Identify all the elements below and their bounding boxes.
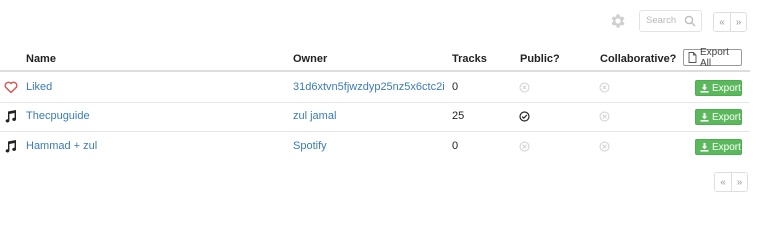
owner-link[interactable]: 31d6xtvn5fjwzdyp25nz5x6ctc2i	[293, 81, 445, 93]
track-count: 0	[452, 140, 459, 152]
export-button[interactable]: Export	[695, 80, 742, 96]
download-icon	[700, 142, 709, 152]
download-icon	[700, 83, 709, 93]
export-button[interactable]: Export	[695, 139, 742, 155]
collaborative-no-icon	[599, 141, 610, 152]
export-label: Export	[712, 141, 741, 153]
search-icon[interactable]	[684, 15, 696, 27]
gear-icon[interactable]	[609, 12, 627, 30]
public-yes-icon	[519, 111, 530, 122]
column-header-name: Name	[26, 53, 56, 65]
playlist-name-link[interactable]: Hammad + zul	[26, 140, 97, 152]
column-header-tracks: Tracks	[452, 53, 487, 65]
column-header-collaborative: Collaborative?	[600, 53, 677, 65]
music-note-icon	[4, 140, 18, 153]
column-header-public: Public?	[520, 53, 560, 65]
prev-page-button[interactable]: «	[714, 13, 730, 31]
heart-icon	[4, 81, 18, 94]
download-icon	[700, 112, 709, 122]
file-icon	[688, 52, 697, 63]
track-count: 25	[452, 110, 465, 122]
table-row: Thecpuguide zul jamal 25 Export	[0, 102, 750, 132]
collaborative-no-icon	[599, 111, 610, 122]
track-count: 0	[452, 81, 459, 93]
playlist-name-link[interactable]: Thecpuguide	[26, 110, 90, 122]
search-placeholder: Search	[646, 15, 677, 26]
export-all-label: Export All	[700, 46, 729, 69]
pagination-bottom: « »	[714, 172, 748, 192]
export-button[interactable]: Export	[695, 109, 742, 125]
public-no-icon	[519, 141, 530, 152]
export-all-button[interactable]: Export All	[683, 46, 742, 69]
table-row: Liked 31d6xtvn5fjwzdyp25nz5x6ctc2i 0 Exp…	[0, 73, 750, 103]
prev-page-button[interactable]: «	[715, 173, 731, 191]
next-page-button[interactable]: »	[731, 173, 747, 191]
public-no-icon	[519, 82, 530, 93]
column-header-owner: Owner	[293, 53, 328, 65]
export-label: Export	[712, 82, 741, 94]
next-page-button[interactable]: »	[730, 13, 746, 31]
collaborative-no-icon	[599, 82, 610, 93]
owner-link[interactable]: zul jamal	[293, 110, 336, 122]
export-label: Export	[712, 111, 741, 123]
toolbar: Search « »	[0, 10, 768, 34]
table-header: Name Owner Tracks Public? Collaborative?…	[0, 46, 750, 72]
playlist-name-link[interactable]: Liked	[26, 81, 52, 93]
table-row: Hammad + zul Spotify 0 Export	[0, 132, 750, 162]
search-input[interactable]: Search	[639, 10, 702, 32]
music-note-icon	[4, 110, 18, 123]
owner-link[interactable]: Spotify	[293, 140, 327, 152]
pagination-top: « »	[713, 12, 747, 32]
